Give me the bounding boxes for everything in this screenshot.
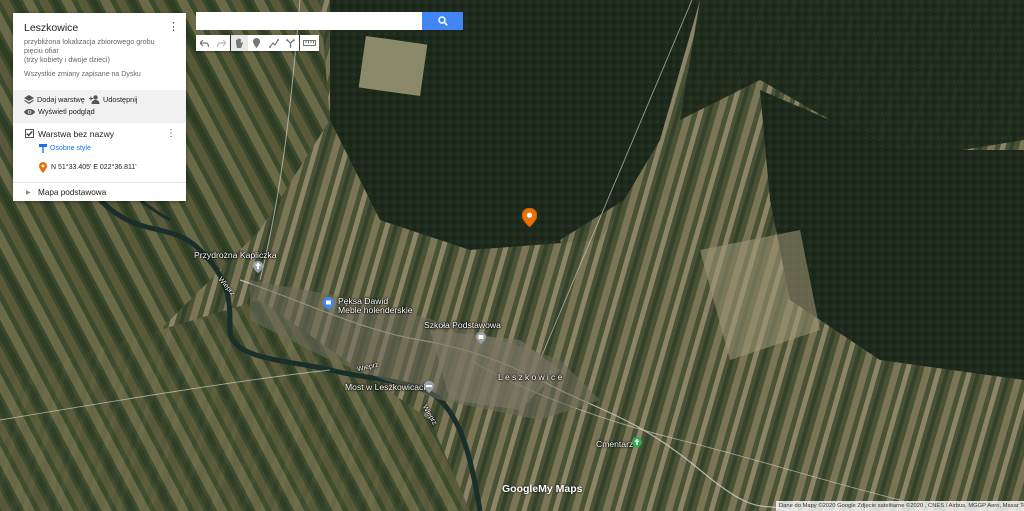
- measure-tools: [300, 35, 319, 51]
- redo-button[interactable]: [213, 35, 230, 51]
- add-person-icon: [89, 95, 100, 104]
- base-map-label: Mapa podstawowa: [38, 188, 107, 197]
- shop-poi-icon[interactable]: [323, 297, 334, 315]
- label-leszkowice-village[interactable]: Leszkowice: [498, 372, 564, 382]
- redo-icon: [217, 39, 226, 47]
- search-input[interactable]: [196, 12, 422, 30]
- save-status: Wszystkie zmiany zapisane na Dysku: [24, 71, 141, 78]
- route-icon: [286, 38, 295, 48]
- preview-label: Wyświetl podgląd: [38, 107, 95, 116]
- add-directions-button[interactable]: [282, 35, 299, 51]
- layers-icon: [24, 95, 34, 104]
- chapel-poi-icon[interactable]: [253, 260, 263, 278]
- map-options-menu-icon[interactable]: ⋮: [168, 20, 179, 33]
- draw-line-button[interactable]: [265, 35, 282, 51]
- cemetery-poi-icon[interactable]: [632, 436, 642, 454]
- map-description[interactable]: przybliżona lokalizacja zbiorowego grobu…: [24, 37, 164, 65]
- line-tool-icon: [268, 39, 279, 48]
- google-my-maps-logo: GoogleMy Maps: [502, 483, 583, 495]
- logo-mymaps-text: My Maps: [538, 483, 583, 495]
- layer-point-item[interactable]: N 51°33.405' E 022°36.811': [39, 162, 137, 173]
- label-szkola-podstawowa[interactable]: Szkoła Podstawowa: [424, 320, 501, 330]
- search-button[interactable]: [422, 12, 463, 30]
- label-cmentarz[interactable]: Cmentarz: [596, 439, 633, 449]
- layer-name[interactable]: Warstwa bez nazwy: [38, 129, 114, 139]
- share-label: Udostępnij: [103, 95, 138, 104]
- undo-button[interactable]: [196, 35, 213, 51]
- label-meble-holenderskie[interactable]: Meble holenderskie: [338, 305, 413, 315]
- label-przydrozna-kapliczka[interactable]: Przydrożna Kapliczka: [194, 250, 277, 260]
- description-line-2: pięciu ofiar: [24, 46, 59, 56]
- history-tools: [196, 35, 230, 51]
- bridge-poi-icon[interactable]: [424, 380, 434, 398]
- layer-section: Warstwa bez nazwy ⋮ Osobne style N 51°33…: [13, 123, 186, 182]
- map-title[interactable]: Leszkowice: [24, 22, 78, 34]
- add-layer-button[interactable]: Dodaj warstwę: [24, 95, 85, 104]
- description-line-1: przybliżona lokalizacja zbiorowego grobu: [24, 37, 155, 46]
- individual-styles-link[interactable]: Osobne style: [39, 144, 91, 153]
- ruler-icon: [303, 40, 316, 46]
- description-line-3: (trzy kobiety i dwoje dzieci): [24, 55, 110, 65]
- orange-marker-icon: [39, 162, 47, 173]
- map-legend-panel: Leszkowice ⋮ przybliżona lokalizacja zbi…: [13, 13, 186, 201]
- map-pin-icon[interactable]: [521, 207, 538, 228]
- undo-icon: [200, 39, 209, 47]
- search-icon: [437, 16, 448, 26]
- pan-tool-button[interactable]: [231, 35, 248, 51]
- measure-button[interactable]: [300, 35, 319, 51]
- logo-google-text: Google: [502, 483, 539, 495]
- share-button[interactable]: Udostępnij: [89, 95, 137, 104]
- point-coordinates: N 51°33.405' E 022°36.811': [51, 164, 137, 171]
- label-most-w-leszkowicach[interactable]: Most w Leszkowicach: [345, 382, 428, 392]
- marker-tool-icon: [253, 38, 260, 48]
- hand-icon: [236, 38, 243, 48]
- drawing-tools: [231, 35, 299, 51]
- base-map-row[interactable]: ▶ Mapa podstawowa: [13, 182, 186, 201]
- paint-roller-icon: [39, 144, 47, 153]
- map-attribution[interactable]: Dane do Mapy ©2020 Google Zdjęcie sateli…: [776, 501, 1024, 511]
- expand-arrow-icon[interactable]: ▶: [26, 189, 31, 196]
- add-layer-label: Dodaj warstwę: [37, 95, 85, 104]
- layer-options-icon[interactable]: ⋮: [166, 128, 176, 139]
- map-toolbar: [196, 35, 319, 51]
- individual-styles-label: Osobne style: [50, 145, 91, 152]
- eye-icon: [24, 108, 35, 115]
- layer-checkbox[interactable]: [25, 129, 34, 138]
- panel-actions: Dodaj warstwę Udostępnij Wyświetl podglą…: [13, 90, 186, 123]
- preview-button[interactable]: Wyświetl podgląd: [24, 107, 95, 116]
- school-poi-icon[interactable]: [476, 331, 486, 349]
- add-marker-button[interactable]: [248, 35, 265, 51]
